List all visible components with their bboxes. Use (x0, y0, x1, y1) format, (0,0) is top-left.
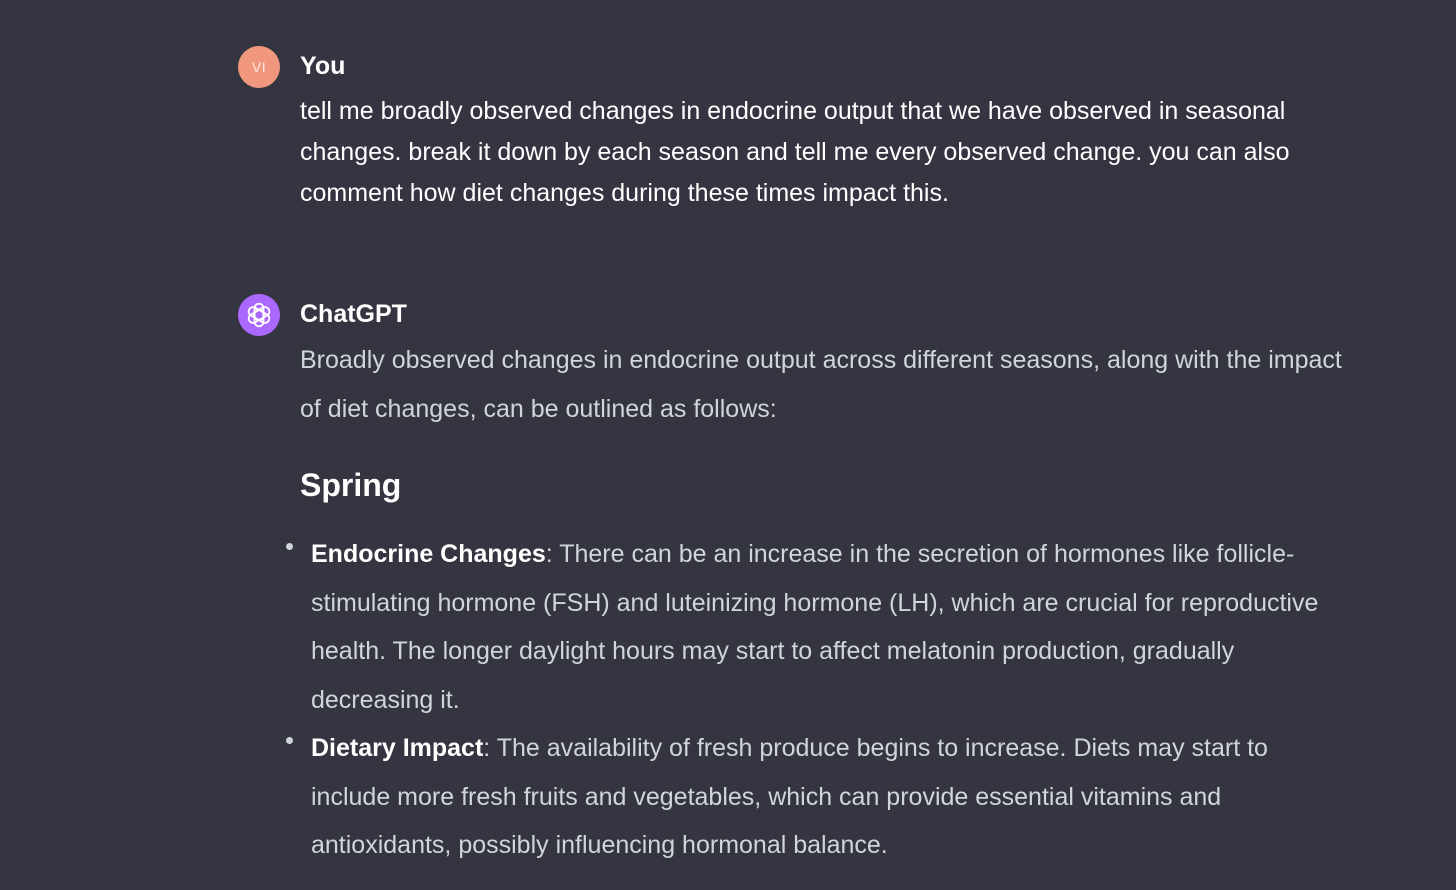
user-message-text: tell me broadly observed changes in endo… (300, 97, 1290, 207)
conversation-thread: VI You tell me broadly observed changes … (0, 0, 1456, 890)
user-avatar-initials: VI (251, 59, 267, 75)
user-author-name: You (300, 52, 346, 80)
assistant-author-name: ChatGPT (300, 300, 407, 328)
list-item: Endocrine Changes: There can be an incre… (286, 530, 1350, 724)
assistant-avatar (238, 294, 280, 336)
section-heading-spring: Spring (300, 467, 402, 503)
assistant-message-body: Broadly observed changes in endocrine ou… (286, 336, 1350, 870)
openai-logo-icon (247, 302, 271, 328)
user-avatar: VI (238, 46, 280, 88)
bullet-dot-icon (286, 737, 293, 744)
spring-bullet-list: Endocrine Changes: There can be an incre… (286, 530, 1350, 870)
assistant-intro-paragraph: Broadly observed changes in endocrine ou… (300, 346, 1342, 423)
bullet-label: Dietary Impact (311, 734, 484, 762)
list-item: Dietary Impact: The availability of fres… (286, 724, 1350, 870)
bullet-dot-icon (286, 543, 293, 550)
bullet-label: Endocrine Changes (311, 540, 546, 568)
